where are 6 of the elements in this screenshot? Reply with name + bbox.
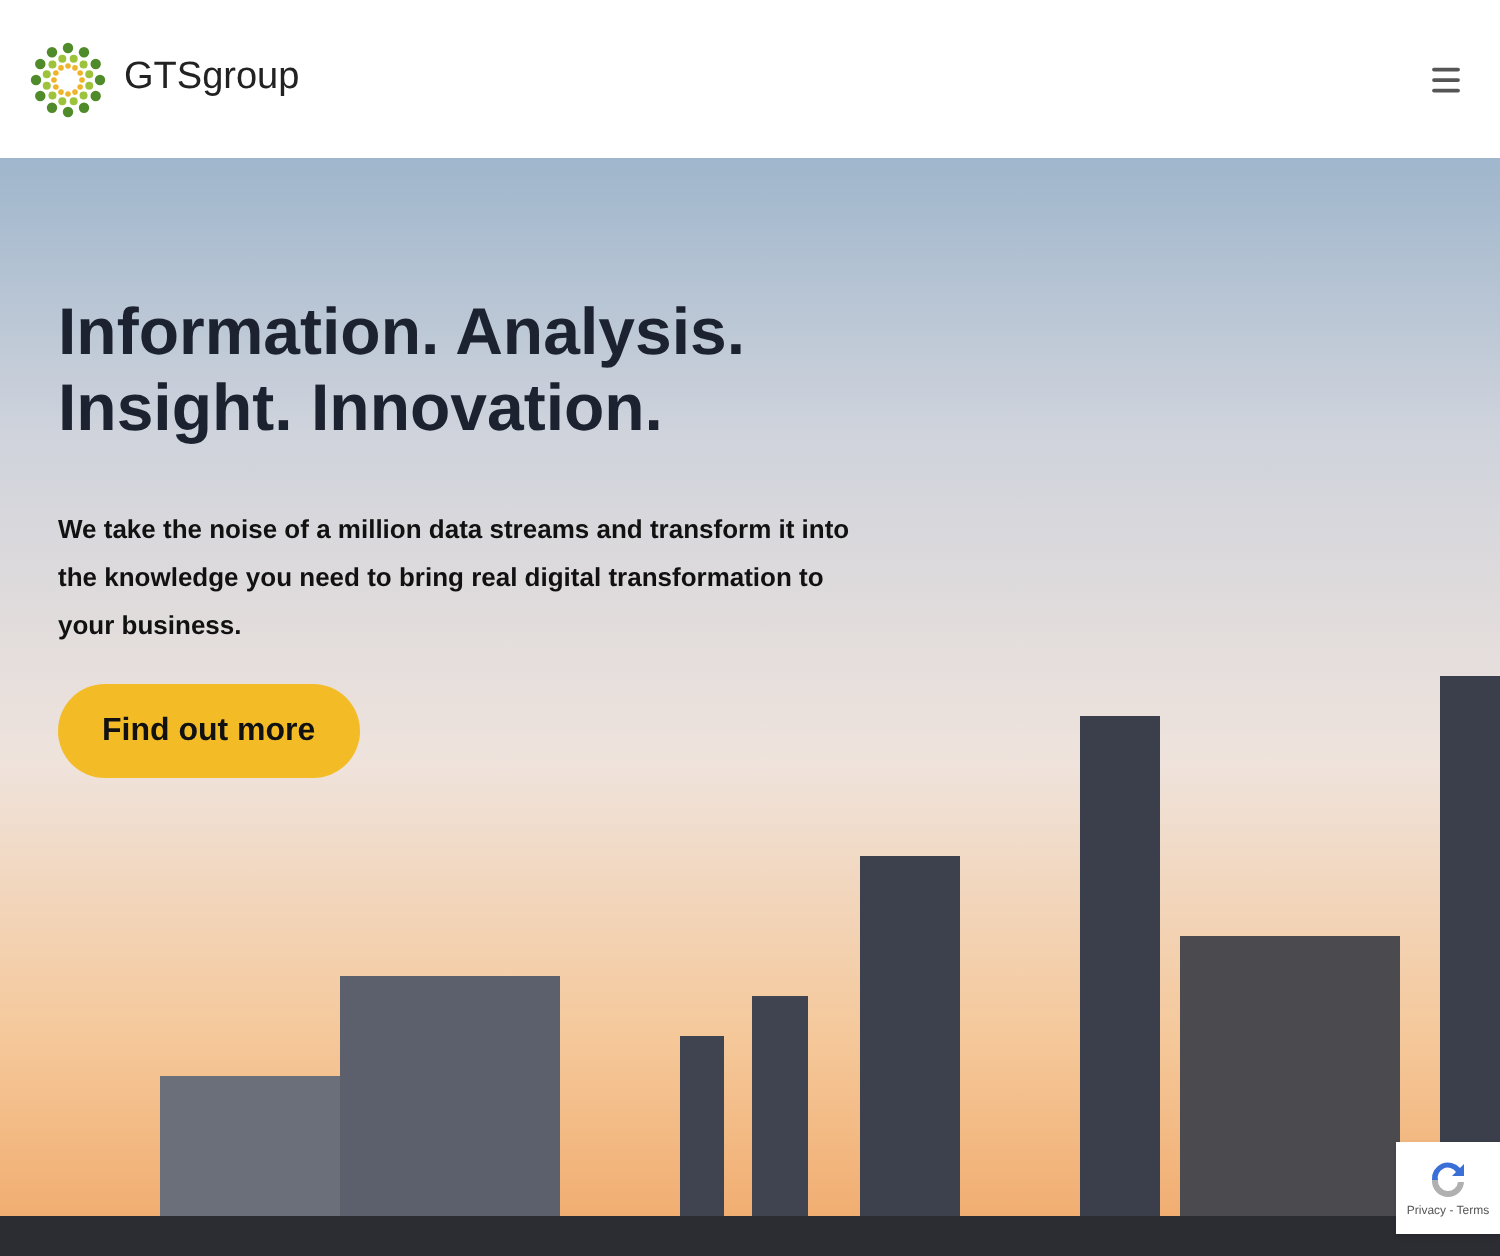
find-out-more-button[interactable]: Find out more — [58, 684, 360, 778]
hero-text: We take the noise of a million data streams and transform it into the knowledge you need to bring real digital transformation to your business. — [58, 512, 852, 644]
hero-heading: Insight. Innovation. — [58, 370, 665, 446]
hero-heading: Information. Analysis. — [58, 294, 748, 370]
logo-icon — [28, 39, 108, 119]
logo-text[interactable]: GTSgroup — [124, 50, 300, 108]
